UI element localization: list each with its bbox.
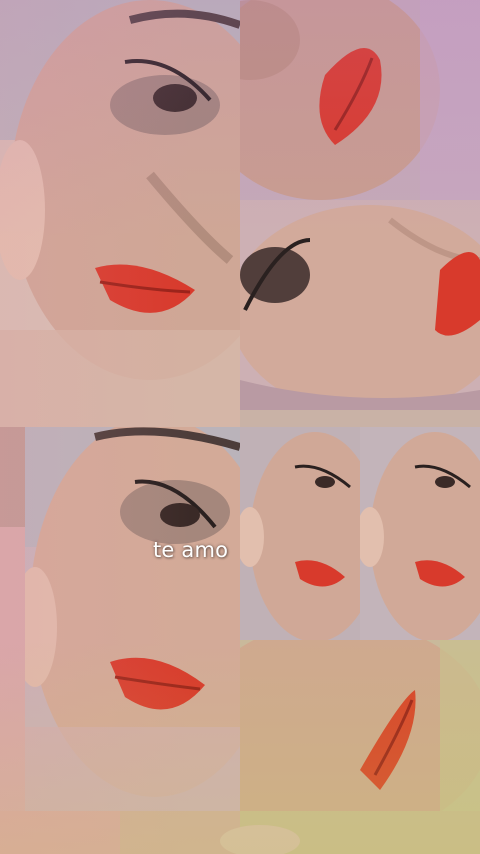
photo-face-large xyxy=(25,427,240,811)
photo-lips-rotated xyxy=(240,640,480,830)
photo-face-closeup xyxy=(0,0,240,427)
photo-lips-closeup xyxy=(240,0,480,200)
photo-face-small-a xyxy=(240,427,360,640)
photo-edge-strip xyxy=(0,427,25,811)
photo-bottom-strip xyxy=(0,811,480,854)
caption-text: te amo xyxy=(153,538,229,562)
photo-collage: te amo xyxy=(0,0,480,854)
photo-face-small-b xyxy=(360,427,480,640)
photo-face-rotated xyxy=(240,200,480,410)
